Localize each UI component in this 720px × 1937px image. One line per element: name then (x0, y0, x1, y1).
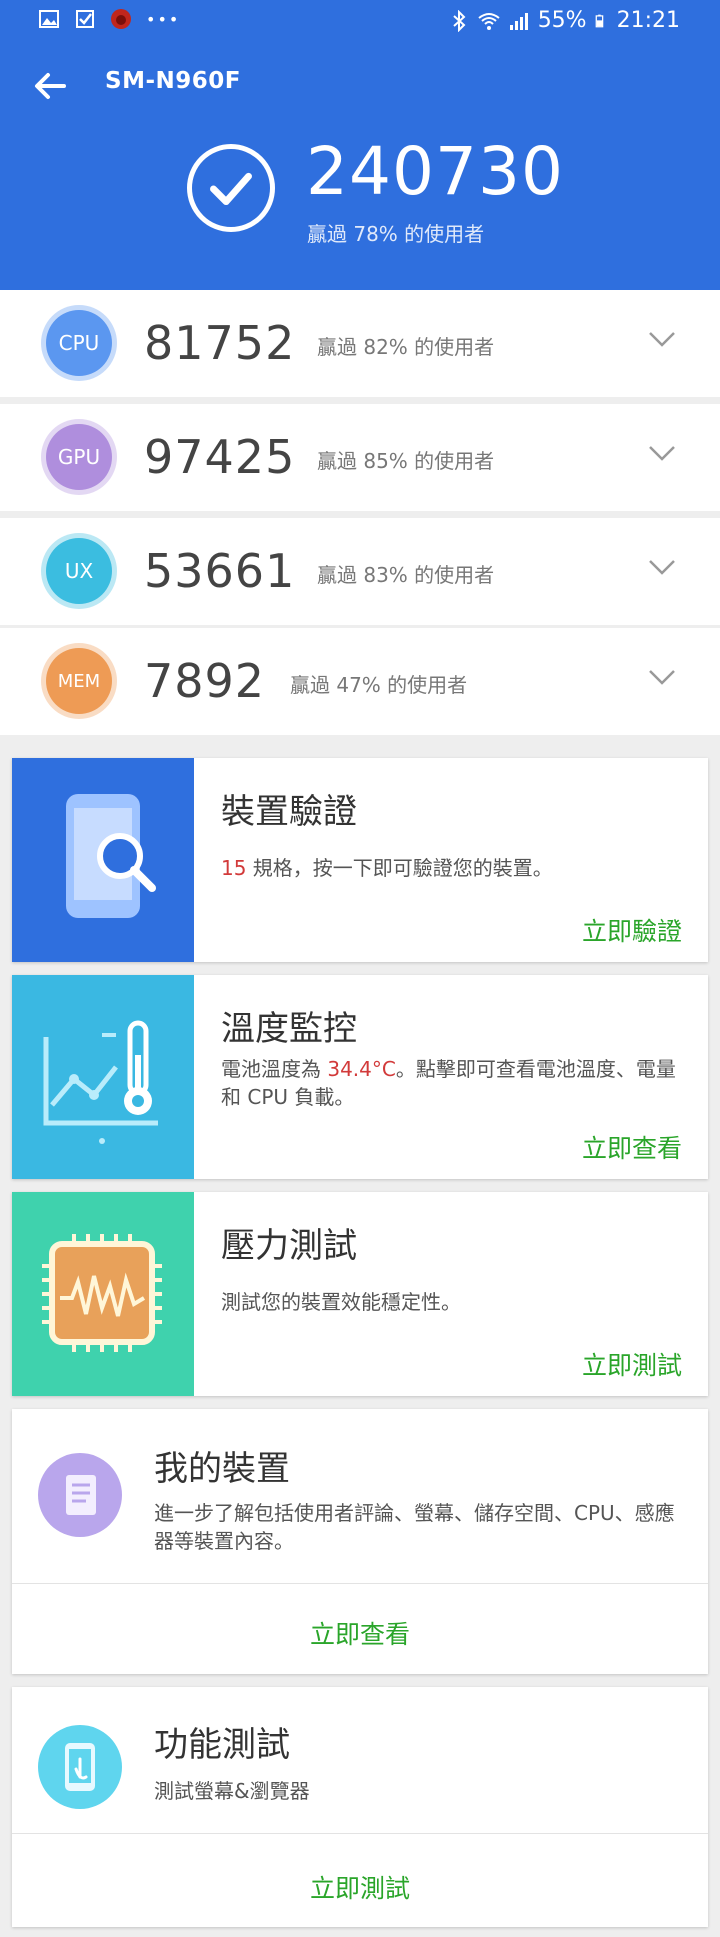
score-row-cpu[interactable]: CPU 81752 贏過 82% 的使用者 (0, 290, 720, 397)
device-verify-art (12, 758, 194, 962)
temperature-art (12, 975, 194, 1179)
ux-score: 53661 (144, 544, 296, 598)
gpu-badge-icon: GPU (41, 419, 117, 495)
my-device-card[interactable]: 我的裝置 進一步了解包括使用者評論、螢幕、儲存空間、CPU、感應器等裝置內容。 … (12, 1409, 708, 1674)
device-verify-desc: 15 規格，按一下即可驗證您的裝置。 (221, 856, 553, 880)
back-arrow-icon[interactable] (30, 66, 70, 106)
temperature-desc: 電池溫度為 34.4°C。點擊即可查看電池溫度、電量和 CPU 負載。 (221, 1057, 676, 1109)
battery-percent: 55% (537, 8, 587, 33)
score-row-gpu[interactable]: GPU 97425 贏過 85% 的使用者 (0, 404, 720, 511)
expand-chevron-icon[interactable] (648, 330, 676, 348)
divider (12, 1833, 708, 1834)
bluetooth-icon (453, 9, 466, 32)
device-verify-card[interactable]: 裝置驗證 15 規格，按一下即可驗證您的裝置。 立即驗證 (12, 758, 708, 962)
stress-test-card[interactable]: 壓力測試 測試您的裝置效能穩定性。 立即測試 (12, 1192, 708, 1396)
score-row-mem[interactable]: MEM 7892 贏過 47% 的使用者 (0, 628, 720, 735)
temperature-title: 溫度監控 (221, 1009, 357, 1049)
verify-now-button[interactable]: 立即驗證 (582, 912, 682, 948)
mem-badge-icon: MEM (41, 643, 117, 719)
run-function-test-button[interactable]: 立即測試 (12, 1869, 708, 1905)
device-verify-title: 裝置驗證 (221, 792, 357, 832)
gpu-score: 97425 (144, 430, 296, 484)
phone-search-icon (66, 794, 156, 918)
expand-chevron-icon[interactable] (648, 558, 676, 576)
device-info-icon (38, 1453, 122, 1537)
gpu-percentile: 贏過 85% 的使用者 (317, 449, 495, 473)
divider (12, 1583, 708, 1584)
function-test-title: 功能測試 (154, 1725, 290, 1765)
battery-icon (595, 14, 603, 27)
my-device-title: 我的裝置 (154, 1449, 290, 1489)
cpu-percentile: 贏過 82% 的使用者 (317, 335, 495, 359)
verified-check-icon (187, 144, 275, 232)
cpu-badge-icon: CPU (41, 305, 117, 381)
spec-count: 15 (221, 856, 247, 880)
wifi-icon (478, 12, 500, 30)
total-score-caption: 贏過 78% 的使用者 (307, 222, 485, 246)
my-device-desc: 進一步了解包括使用者評論、螢幕、儲存空間、CPU、感應器等裝置內容。 (154, 1501, 675, 1553)
stress-test-desc: 測試您的裝置效能穩定性。 (221, 1290, 461, 1314)
gallery-notification-icon (39, 10, 59, 28)
battery-temperature-value: 34.4°C (327, 1057, 396, 1081)
total-score: 240730 (306, 133, 564, 210)
chip-waveform-icon (42, 1234, 162, 1352)
clock: 21:21 (616, 8, 680, 33)
cpu-score: 81752 (144, 316, 296, 370)
signal-icon (509, 12, 528, 30)
expand-chevron-icon[interactable] (648, 668, 676, 686)
ux-percentile: 贏過 83% 的使用者 (317, 563, 495, 587)
app-notification-icon (111, 9, 131, 29)
view-my-device-button[interactable]: 立即查看 (12, 1615, 708, 1651)
function-test-desc: 測試螢幕&瀏覽器 (154, 1779, 310, 1803)
more-notifications-icon: ••• (146, 9, 181, 29)
stress-test-title: 壓力測試 (221, 1226, 357, 1266)
run-stress-test-button[interactable]: 立即測試 (582, 1346, 682, 1382)
function-test-card[interactable]: 功能測試 測試螢幕&瀏覽器 立即測試 (12, 1687, 708, 1927)
ux-badge-icon: UX (41, 533, 117, 609)
status-bar: ••• 55% 21:21 (0, 0, 720, 44)
touch-test-icon (38, 1725, 122, 1809)
task-notification-icon (76, 10, 94, 28)
thermometer-chart-icon (43, 1020, 158, 1144)
stress-test-art (12, 1192, 194, 1396)
score-row-ux[interactable]: UX 53661 贏過 83% 的使用者 (0, 518, 720, 625)
device-title: SM-N960F (105, 68, 241, 94)
view-temperature-button[interactable]: 立即查看 (582, 1129, 682, 1165)
mem-percentile: 贏過 47% 的使用者 (290, 673, 468, 697)
temperature-monitor-card[interactable]: 溫度監控 電池溫度為 34.4°C。點擊即可查看電池溫度、電量和 CPU 負載。… (12, 975, 708, 1179)
app-header: ••• 55% 21:21 SM-N960F 240730 贏過 78% 的使用… (0, 0, 720, 290)
mem-score: 7892 (144, 654, 266, 708)
expand-chevron-icon[interactable] (648, 444, 676, 462)
